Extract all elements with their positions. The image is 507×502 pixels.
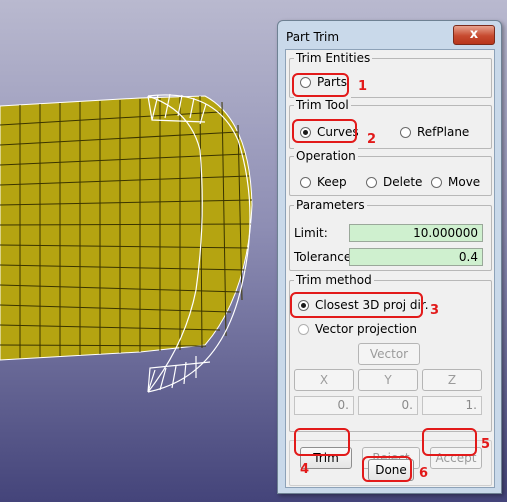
annotation-box-parts bbox=[292, 73, 349, 97]
annotation-number-4: 4 bbox=[300, 462, 310, 477]
keep-radio[interactable]: Keep bbox=[300, 174, 347, 190]
annotation-number-3: 3 bbox=[430, 303, 440, 318]
vector-projection-label: Vector projection bbox=[315, 322, 417, 336]
y-button[interactable]: Y bbox=[358, 369, 418, 391]
dialog-titlebar[interactable]: Part Trim x bbox=[278, 21, 501, 49]
annotation-box-trim bbox=[294, 428, 350, 456]
move-label: Move bbox=[448, 175, 481, 189]
z-value-field[interactable]: 1. bbox=[422, 396, 482, 415]
tolerance-label: Tolerance: bbox=[294, 250, 356, 264]
refplane-radio[interactable]: RefPlane bbox=[400, 124, 469, 140]
parameters-group: Parameters Limit: 10.000000 Tolerance: 0… bbox=[289, 197, 492, 271]
vector-projection-radio[interactable]: Vector projection bbox=[298, 321, 417, 337]
annotation-number-6: 6 bbox=[419, 466, 429, 481]
delete-radio-circle[interactable] bbox=[366, 177, 377, 188]
x-button[interactable]: X bbox=[294, 369, 354, 391]
limit-label: Limit: bbox=[294, 226, 328, 240]
keep-label: Keep bbox=[317, 175, 347, 189]
trim-entities-legend: Trim Entities bbox=[294, 50, 373, 66]
annotation-box-done bbox=[362, 456, 412, 482]
refplane-radio-circle[interactable] bbox=[400, 127, 411, 138]
x-value-field[interactable]: 0. bbox=[294, 396, 354, 415]
close-button[interactable]: x bbox=[453, 25, 495, 45]
operation-legend: Operation bbox=[294, 148, 358, 164]
delete-radio[interactable]: Delete bbox=[366, 174, 422, 190]
annotation-number-2: 2 bbox=[367, 132, 377, 147]
close-icon: x bbox=[469, 27, 479, 42]
annotation-box-curves bbox=[292, 119, 357, 143]
trim-tool-legend: Trim Tool bbox=[294, 97, 351, 113]
parameters-legend: Parameters bbox=[294, 197, 367, 213]
trim-method-legend: Trim method bbox=[294, 272, 374, 288]
annotation-number-5: 5 bbox=[481, 437, 491, 452]
operation-group: Operation Keep Delete Move bbox=[289, 148, 492, 196]
limit-field[interactable]: 10.000000 bbox=[349, 224, 483, 242]
annotation-box-closest bbox=[290, 292, 423, 318]
vector-projection-radio-circle[interactable] bbox=[298, 324, 309, 335]
move-radio[interactable]: Move bbox=[431, 174, 480, 190]
y-value-field[interactable]: 0. bbox=[358, 396, 418, 415]
annotation-box-accept bbox=[422, 428, 477, 456]
tolerance-field[interactable]: 0.4 bbox=[349, 248, 483, 266]
dialog-title: Part Trim bbox=[286, 30, 340, 44]
yellow-surface bbox=[0, 95, 253, 361]
annotation-number-1: 1 bbox=[358, 79, 368, 94]
dialog-client-area: Trim Entities Parts Trim Tool Curves Ref… bbox=[285, 49, 495, 488]
keep-radio-circle[interactable] bbox=[300, 177, 311, 188]
move-radio-circle[interactable] bbox=[431, 177, 442, 188]
vector-button[interactable]: Vector bbox=[358, 343, 420, 365]
z-button[interactable]: Z bbox=[422, 369, 482, 391]
delete-label: Delete bbox=[383, 175, 423, 189]
refplane-label: RefPlane bbox=[417, 125, 470, 139]
